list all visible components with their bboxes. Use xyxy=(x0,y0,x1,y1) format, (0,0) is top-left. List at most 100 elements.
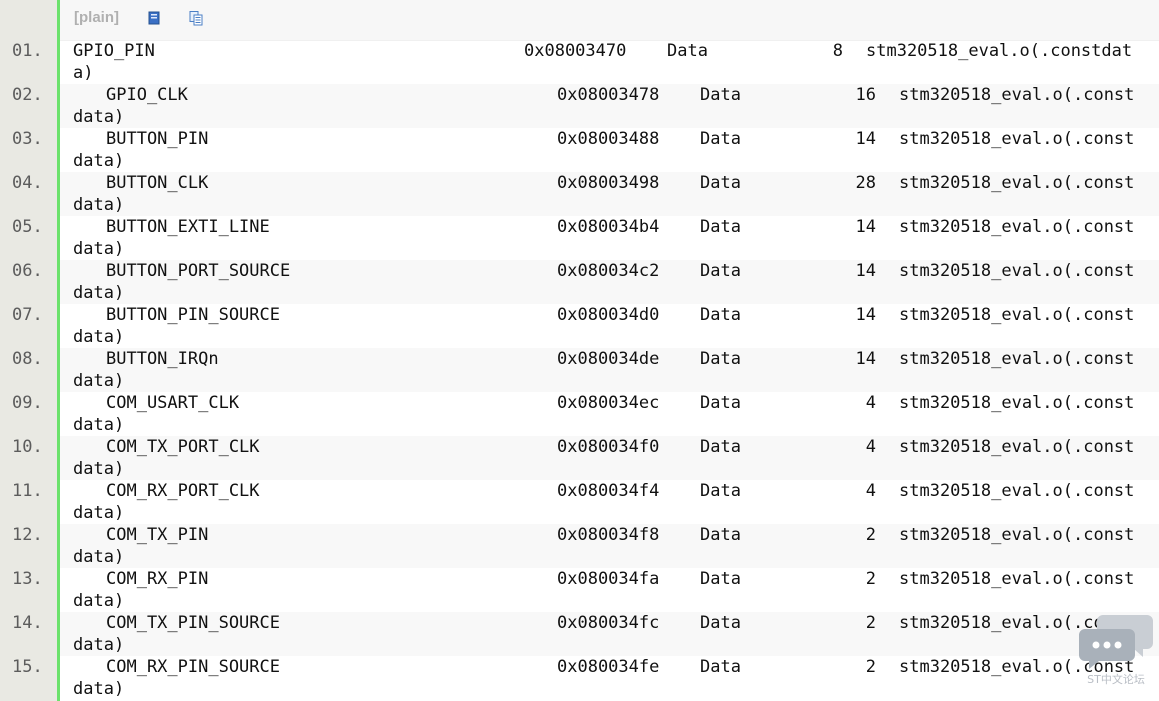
symbol-object: stm320518_eval.o(.const xyxy=(899,349,1135,369)
line-content: BUTTON_CLK 0x08003498 Data 28 stm320518_eval… xyxy=(60,172,1159,216)
symbol-object: stm320518_eval.o(.const xyxy=(899,525,1135,545)
line-content: BUTTON_PIN 0x08003488 Data 14 stm320518_eval… xyxy=(60,128,1159,172)
line-number: 02. xyxy=(12,85,43,105)
line-number: 04. xyxy=(12,173,43,193)
symbol-object: stm320518_eval.o(.const xyxy=(899,217,1135,237)
code-line: 06. BUTTON_PORT_SOURCE 0x080034c2 Data 14 stm… xyxy=(0,260,1159,304)
line-number: 01. xyxy=(12,41,43,61)
symbol-address: 0x08003470 xyxy=(524,41,627,61)
wrapped-text: data) xyxy=(73,679,125,699)
symbol-address: 0x080034ec xyxy=(557,393,660,413)
symbol-type: Data xyxy=(700,129,741,149)
symbol-address: 0x08003478 xyxy=(557,85,660,105)
symbol-name: COM_USART_CLK xyxy=(106,393,240,413)
line-content: COM_TX_PIN_SOURCE 0x080034fc Data 2 stm32051… xyxy=(60,612,1159,656)
line-number: 08. xyxy=(12,349,43,369)
symbol-address: 0x080034c2 xyxy=(557,261,660,281)
line-number: 09. xyxy=(12,393,43,413)
symbol-name: COM_RX_PIN xyxy=(106,569,209,589)
wrapped-text: data) xyxy=(73,239,125,259)
code-line: 15. COM_RX_PIN_SOURCE 0x080034fe Data 2 stm32… xyxy=(0,656,1159,700)
symbol-type: Data xyxy=(700,613,741,633)
symbol-size: 2 xyxy=(865,569,876,589)
line-content: COM_RX_PORT_CLK 0x080034f4 Data 4 stm320518_… xyxy=(60,480,1159,524)
symbol-size: 2 xyxy=(865,657,876,677)
line-content: BUTTON_IRQn 0x080034de Data 14 stm320518_eva… xyxy=(60,348,1159,392)
symbol-type: Data xyxy=(700,173,741,193)
symbol-size: 2 xyxy=(865,613,876,633)
code-lines: 01. GPIO_PIN 0x08003470 Data 8 stm320518_eval… xyxy=(0,40,1159,700)
symbol-object: stm320518_eval.o(.const xyxy=(899,393,1135,413)
symbol-type: Data xyxy=(700,349,741,369)
symbol-object: stm320518_eval.o(.const xyxy=(899,173,1135,193)
symbol-object: stm320518_eval.o(.const xyxy=(899,569,1135,589)
line-number: 06. xyxy=(12,261,43,281)
symbol-name: GPIO_CLK xyxy=(106,85,188,105)
line-number: 05. xyxy=(12,217,43,237)
symbol-address: 0x080034f8 xyxy=(557,525,660,545)
language-label: [plain] xyxy=(74,9,119,26)
line-content: GPIO_CLK 0x08003478 Data 16 stm320518_eval.o… xyxy=(60,84,1159,128)
code-line: 01. GPIO_PIN 0x08003470 Data 8 stm320518_eval… xyxy=(0,40,1159,84)
code-line: 13. COM_RX_PIN 0x080034fa Data 2 stm320518_ev… xyxy=(0,568,1159,612)
symbol-type: Data xyxy=(700,569,741,589)
code-line: 09. COM_USART_CLK 0x080034ec Data 4 stm320518… xyxy=(0,392,1159,436)
symbol-name: BUTTON_IRQn xyxy=(106,349,219,369)
symbol-object: stm320518_eval.o(.const xyxy=(899,85,1135,105)
chat-bubble-icon xyxy=(1079,615,1153,669)
code-line: 02. GPIO_CLK 0x08003478 Data 16 stm320518_eva… xyxy=(0,84,1159,128)
code-line: 11. COM_RX_PORT_CLK 0x080034f4 Data 4 stm3205… xyxy=(0,480,1159,524)
code-toolbar: [plain] xyxy=(60,0,1159,41)
symbol-type: Data xyxy=(700,525,741,545)
symbol-size: 2 xyxy=(865,525,876,545)
symbol-name: BUTTON_PIN_SOURCE xyxy=(106,305,280,325)
symbol-type: Data xyxy=(700,657,741,677)
line-content: COM_USART_CLK 0x080034ec Data 4 stm320518_ev… xyxy=(60,392,1159,436)
code-line: 10. COM_TX_PORT_CLK 0x080034f0 Data 4 stm3205… xyxy=(0,436,1159,480)
symbol-type: Data xyxy=(700,305,741,325)
symbol-address: 0x080034fa xyxy=(557,569,660,589)
symbol-name: COM_RX_PORT_CLK xyxy=(106,481,260,501)
view-source-icon[interactable] xyxy=(146,10,162,26)
code-line: 14. COM_TX_PIN_SOURCE 0x080034fc Data 2 stm32… xyxy=(0,612,1159,656)
line-number: 10. xyxy=(12,437,43,457)
wrapped-text: data) xyxy=(73,283,125,303)
symbol-type: Data xyxy=(700,481,741,501)
line-content: COM_RX_PIN 0x080034fa Data 2 stm320518_eval.… xyxy=(60,568,1159,612)
symbol-object: stm320518_eval.o(.constdat xyxy=(866,41,1133,61)
symbol-object: stm320518_eval.o(.const xyxy=(899,261,1135,281)
symbol-type: Data xyxy=(667,41,708,61)
wrapped-text: data) xyxy=(73,459,125,479)
symbol-name: BUTTON_PIN xyxy=(106,129,209,149)
code-line: 05. BUTTON_EXTI_LINE 0x080034b4 Data 14 stm32… xyxy=(0,216,1159,260)
symbol-size: 14 xyxy=(855,129,876,149)
symbol-address: 0x080034f0 xyxy=(557,437,660,457)
symbol-size: 4 xyxy=(865,393,876,413)
line-number: 13. xyxy=(12,569,43,589)
symbol-size: 4 xyxy=(865,481,876,501)
symbol-address: 0x08003488 xyxy=(557,129,660,149)
line-content: COM_TX_PORT_CLK 0x080034f0 Data 4 stm320518_… xyxy=(60,436,1159,480)
symbol-name: BUTTON_EXTI_LINE xyxy=(106,217,270,237)
wrapped-text: data) xyxy=(73,503,125,523)
code-line: 08. BUTTON_IRQn 0x080034de Data 14 stm320518_… xyxy=(0,348,1159,392)
line-content: GPIO_PIN 0x08003470 Data 8 stm320518_eval.o(… xyxy=(60,40,1159,84)
symbol-size: 28 xyxy=(855,173,876,193)
symbol-type: Data xyxy=(700,85,741,105)
line-number: 15. xyxy=(12,657,43,677)
wrapped-text: data) xyxy=(73,415,125,435)
symbol-object: stm320518_eval.o(.const xyxy=(899,129,1135,149)
wrapped-text: data) xyxy=(73,371,125,391)
symbol-size: 14 xyxy=(855,217,876,237)
line-content: BUTTON_PIN_SOURCE 0x080034d0 Data 14 stm3205… xyxy=(60,304,1159,348)
symbol-object: stm320518_eval.o(.const xyxy=(899,305,1135,325)
symbol-address: 0x080034f4 xyxy=(557,481,660,501)
symbol-size: 4 xyxy=(865,437,876,457)
wrapped-text: data) xyxy=(73,591,125,611)
code-line: 03. BUTTON_PIN 0x08003488 Data 14 stm320518_e… xyxy=(0,128,1159,172)
copy-icon[interactable] xyxy=(188,10,204,26)
symbol-size: 8 xyxy=(832,41,843,61)
line-content: COM_RX_PIN_SOURCE 0x080034fe Data 2 stm32051… xyxy=(60,656,1159,700)
line-content: BUTTON_PORT_SOURCE 0x080034c2 Data 14 stm320… xyxy=(60,260,1159,304)
symbol-address: 0x080034fc xyxy=(557,613,660,633)
